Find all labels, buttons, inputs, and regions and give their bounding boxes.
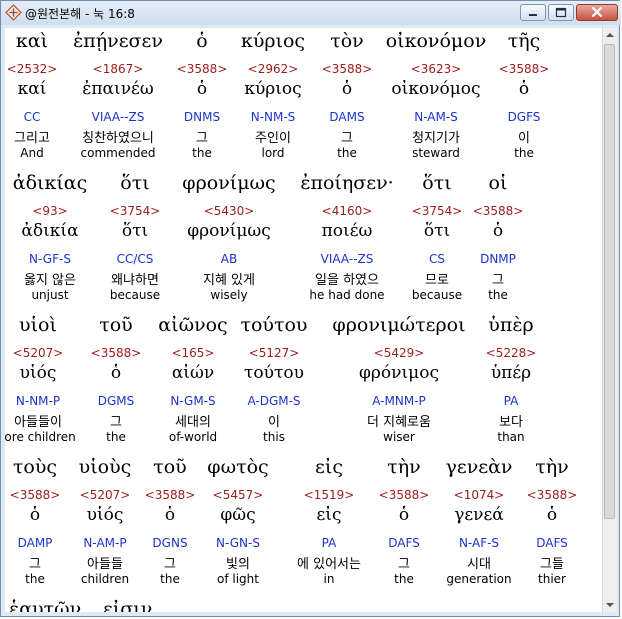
korean-gloss: 그	[492, 273, 504, 288]
partial-next-row: ἑαυτῶν εἰσιν	[5, 596, 602, 612]
verse-line: τοὺς <3588> ὁ DAMP 그 the υἱοὺς <5207> υἱός N-AM-P…	[5, 454, 602, 596]
lemma: ὁ	[492, 221, 504, 241]
word-cell[interactable]: τῆς <3588> ὁ DGFS 이 the	[496, 28, 552, 170]
english-gloss: the	[488, 288, 508, 302]
scroll-down-arrow-icon[interactable]	[603, 598, 617, 612]
close-icon	[591, 6, 603, 18]
scrollbar-thumb[interactable]	[604, 44, 615, 519]
verse-line: καὶ <2532> καί CC 그리고 And ἐπῄνεσεν <1867> ἐπαινέ…	[5, 28, 602, 170]
window-title: @원전본해 - 눅 16:8	[25, 7, 135, 21]
minimize-icon	[529, 14, 537, 16]
title-bar[interactable]: @원전본해 - 눅 16:8	[1, 1, 621, 25]
english-gloss: the	[514, 146, 534, 160]
korean-gloss: 그들	[540, 557, 564, 572]
lemma: ὁ	[546, 505, 558, 525]
vertical-scrollbar[interactable]	[602, 28, 617, 612]
verse-line: ἀδικίας <93> ἀδικία N-GF-S 옳지 않은 unjust ὅτι <37…	[5, 170, 602, 312]
interlinear-text-area[interactable]: καὶ <2532> καί CC 그리고 And ἐπῄνεσεν <1867> ἐπαινέ…	[5, 28, 602, 612]
lemma: ὑπέρ	[490, 363, 532, 383]
scroll-up-arrow-icon[interactable]	[603, 28, 617, 42]
strong-number: <3588>	[498, 62, 550, 76]
strong-number: <5228>	[485, 346, 537, 360]
strong-number: <3588>	[472, 204, 524, 218]
english-gloss: thier	[538, 572, 566, 586]
word-cell[interactable]: οἱ <3588> ὁ DNMP 그 the	[473, 170, 524, 312]
parsing-code: PA	[503, 394, 519, 408]
partial-word: ἑαυτῶν	[9, 598, 82, 612]
word-cell[interactable]: τὴν <3588> ὁ DAFS 그들 thier	[524, 454, 580, 596]
lemma: ὁ	[518, 79, 530, 99]
app-icon	[5, 4, 22, 21]
greek-word: τὴν	[535, 456, 569, 478]
app-window: @원전본해 - 눅 16:8 καὶ <2532> καί CC 그리고 And ἐπῄνε…	[0, 0, 621, 617]
verse-line: υἱοὶ <5207> υἱός N-NM-P 아들들이 fore children τοῦ…	[5, 312, 602, 454]
korean-gloss: 보다	[499, 415, 523, 430]
maximize-button[interactable]	[548, 4, 574, 21]
english-gloss: than	[497, 430, 525, 444]
greek-word: τῆς	[507, 30, 541, 52]
close-button[interactable]	[576, 4, 618, 21]
parsing-code: DGFS	[507, 110, 541, 124]
partial-word: εἰσιν	[103, 598, 153, 612]
parsing-code: DAFS	[536, 536, 568, 550]
greek-word: ὑπὲρ	[488, 314, 534, 336]
word-cell[interactable]: ὑπὲρ <5228> ὑπέρ PA 보다 than	[476, 312, 546, 454]
strong-number: <3588>	[526, 488, 578, 502]
minimize-button[interactable]	[520, 4, 546, 21]
maximize-icon	[555, 7, 567, 18]
greek-word: οἱ	[488, 172, 508, 194]
korean-gloss: 이	[518, 131, 530, 146]
parsing-code: DNMP	[480, 252, 516, 266]
